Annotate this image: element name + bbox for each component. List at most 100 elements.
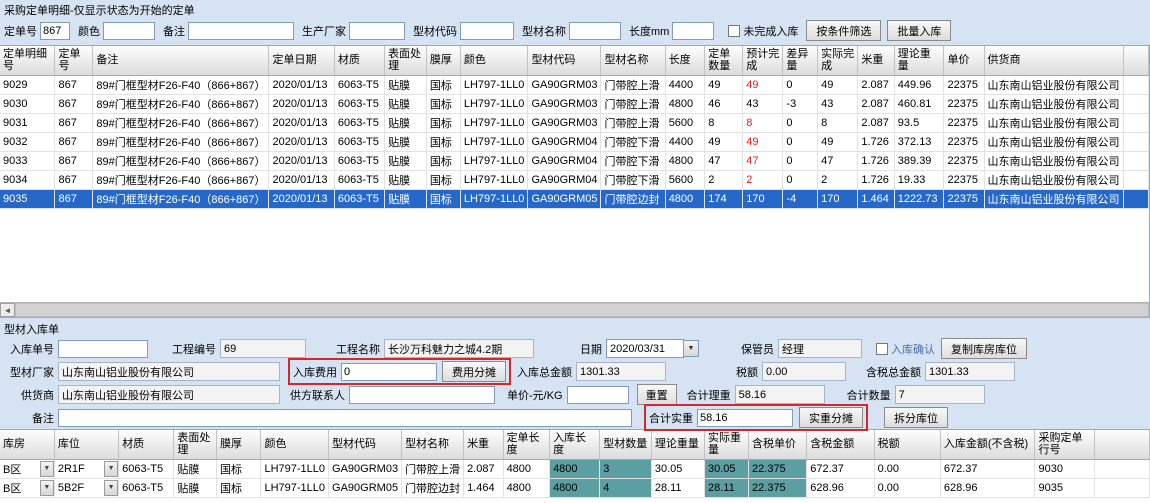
column-header[interactable]: 入库金额(不含税): [940, 430, 1035, 459]
table-cell[interactable]: 贴膜: [385, 113, 427, 132]
table-row[interactable]: 903286789#门框型材F26-F40（866+867）2020/01/13…: [0, 132, 1149, 151]
table-cell[interactable]: 2.087: [858, 75, 894, 94]
column-header[interactable]: 供货商: [984, 46, 1123, 75]
column-header[interactable]: 入库长度: [550, 430, 600, 459]
profile-name-input[interactable]: [569, 22, 621, 40]
table-cell[interactable]: [1123, 75, 1149, 94]
table-cell[interactable]: 国标: [426, 189, 460, 208]
table-cell[interactable]: 0: [783, 170, 818, 189]
table-cell[interactable]: 89#门框型材F26-F40（866+867）: [93, 189, 269, 208]
table-cell[interactable]: 山东南山铝业股份有限公司: [984, 132, 1123, 151]
table-cell[interactable]: 389.39: [894, 151, 944, 170]
batch-inbound-button[interactable]: 批量入库: [887, 20, 951, 41]
fee-input[interactable]: [341, 363, 437, 381]
table-cell[interactable]: 9029: [0, 75, 55, 94]
table-cell[interactable]: 867: [55, 94, 93, 113]
color-input[interactable]: [103, 22, 155, 40]
table-cell[interactable]: LH797-1LL0: [460, 189, 528, 208]
table-cell[interactable]: 山东南山铝业股份有限公司: [984, 189, 1123, 208]
table-cell[interactable]: 89#门框型材F26-F40（866+867）: [93, 170, 269, 189]
table-cell[interactable]: 867: [55, 75, 93, 94]
table-cell[interactable]: 174: [705, 189, 743, 208]
column-header[interactable]: 型材代码: [329, 430, 402, 459]
table-row[interactable]: 903586789#门框型材F26-F40（866+867）2020/01/13…: [0, 189, 1149, 208]
order-no-input[interactable]: [40, 22, 70, 40]
table-cell[interactable]: 1222.73: [894, 189, 944, 208]
inbound-confirm-checkbox[interactable]: [876, 343, 888, 355]
table-cell[interactable]: 628.96: [940, 478, 1035, 497]
table-cell[interactable]: 49: [705, 75, 743, 94]
table-cell[interactable]: 4800: [550, 459, 600, 478]
table-cell[interactable]: GA90GRM04: [528, 170, 601, 189]
table-cell[interactable]: 89#门框型材F26-F40（866+867）: [93, 94, 269, 113]
table-cell[interactable]: 1.464: [464, 478, 504, 497]
table-cell[interactable]: 门带腔边封: [402, 478, 464, 497]
column-header[interactable]: 颜色: [460, 46, 528, 75]
table-cell[interactable]: 9035: [0, 189, 55, 208]
contact-input[interactable]: [349, 386, 495, 404]
table-cell[interactable]: 6063-T5: [334, 132, 384, 151]
table-cell[interactable]: LH797-1LL0: [261, 459, 329, 478]
table-cell[interactable]: -4: [783, 189, 818, 208]
table-cell[interactable]: 2020/01/13: [269, 189, 334, 208]
column-header[interactable]: 采购定单行号: [1035, 430, 1094, 459]
table-cell[interactable]: 22375: [944, 113, 984, 132]
table-cell[interactable]: 1.726: [858, 151, 894, 170]
table-cell[interactable]: 贴膜: [385, 189, 427, 208]
table-cell[interactable]: LH797-1LL0: [460, 94, 528, 113]
table-cell[interactable]: 4: [600, 478, 652, 497]
table-cell[interactable]: 2.087: [858, 94, 894, 113]
column-header[interactable]: 型材数量: [600, 430, 652, 459]
table-cell[interactable]: 47: [818, 151, 858, 170]
table-cell[interactable]: 2: [818, 170, 858, 189]
column-header[interactable]: 型材名称: [601, 46, 665, 75]
column-header[interactable]: 库房: [0, 430, 54, 459]
table-cell[interactable]: 4800: [503, 459, 550, 478]
table-cell[interactable]: 89#门框型材F26-F40（866+867）: [93, 75, 269, 94]
table-cell[interactable]: 9035: [1035, 478, 1094, 497]
table-cell[interactable]: 49: [705, 132, 743, 151]
scrollbar-thumb[interactable]: [15, 303, 1149, 317]
chevron-down-icon[interactable]: ▼: [40, 480, 54, 496]
table-cell[interactable]: 9034: [0, 170, 55, 189]
table-cell[interactable]: 1.464: [858, 189, 894, 208]
table-cell[interactable]: 49: [743, 75, 783, 94]
column-header[interactable]: 长度: [665, 46, 705, 75]
table-cell[interactable]: 867: [55, 151, 93, 170]
table-cell[interactable]: 2R1F▼: [54, 459, 118, 478]
table-cell[interactable]: 5600: [665, 113, 705, 132]
table-cell[interactable]: 4800: [665, 189, 705, 208]
fee-allocate-button[interactable]: 费用分摊: [442, 361, 506, 382]
column-header[interactable]: 预计完成: [743, 46, 783, 75]
table-row[interactable]: 903086789#门框型材F26-F40（866+867）2020/01/13…: [0, 94, 1149, 113]
table-cell[interactable]: 6063-T5: [334, 113, 384, 132]
reset-button[interactable]: 重置: [637, 384, 677, 405]
table-cell[interactable]: 6063-T5: [334, 189, 384, 208]
table-cell[interactable]: 4800: [550, 478, 600, 497]
table-row[interactable]: B区▼5B2F▼6063-T5贴膜国标LH797-1LL0GA90GRM05门带…: [0, 478, 1150, 497]
table-cell[interactable]: 43: [818, 94, 858, 113]
column-header[interactable]: 含税单价: [749, 430, 807, 459]
table-cell[interactable]: 49: [743, 132, 783, 151]
column-header[interactable]: 理论重量: [651, 430, 704, 459]
table-cell[interactable]: 2020/01/13: [269, 113, 334, 132]
table-cell[interactable]: 2.087: [464, 459, 504, 478]
table-cell[interactable]: 4400: [665, 75, 705, 94]
table-cell[interactable]: 国标: [426, 132, 460, 151]
column-header[interactable]: 材质: [119, 430, 174, 459]
table-cell[interactable]: 贴膜: [385, 75, 427, 94]
table-cell[interactable]: 门带腔上滑: [601, 94, 665, 113]
table-cell[interactable]: -3: [783, 94, 818, 113]
table-cell[interactable]: 3: [600, 459, 652, 478]
table-cell[interactable]: 门带腔下滑: [601, 151, 665, 170]
table-cell[interactable]: 2: [743, 170, 783, 189]
table-cell[interactable]: 89#门框型材F26-F40（866+867）: [93, 113, 269, 132]
table-cell[interactable]: GA90GRM03: [329, 459, 402, 478]
table-cell[interactable]: 2020/01/13: [269, 94, 334, 113]
table-cell[interactable]: 22.375: [749, 459, 807, 478]
table-cell[interactable]: 9032: [0, 132, 55, 151]
table-cell[interactable]: 28.11: [651, 478, 704, 497]
table-cell[interactable]: 8: [743, 113, 783, 132]
table-cell[interactable]: 0: [783, 113, 818, 132]
actual-allocate-button[interactable]: 实重分摊: [799, 407, 863, 428]
